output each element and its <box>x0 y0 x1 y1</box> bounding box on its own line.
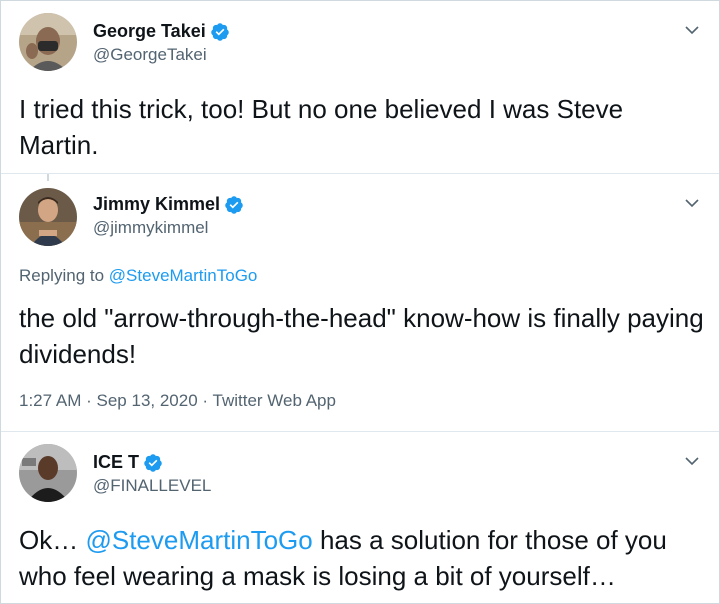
author-handle[interactable]: @GeorgeTakei <box>93 45 207 65</box>
replying-to: Replying to @SteveMartinToGo <box>19 266 257 286</box>
tweet-text: the old "arrow-through-the-head" know-ho… <box>19 303 704 369</box>
replying-prefix: Replying to <box>19 266 105 285</box>
meta-dot: · <box>202 391 209 410</box>
author-row: Jimmy Kimmel <box>93 194 244 215</box>
tweet-date[interactable]: Sep 13, 2020 <box>97 391 198 410</box>
author-handle[interactable]: @FINALLEVEL <box>93 476 211 496</box>
author-row: ICE T <box>93 452 163 473</box>
meta-dot: · <box>86 391 92 410</box>
tweet-text: Ok… @SteveMartinToGo has a solution for … <box>19 522 709 594</box>
text-prefix: Ok… <box>19 525 86 555</box>
tweet-meta: 1:27 AM · Sep 13, 2020 · Twitter Web App <box>19 391 336 411</box>
chevron-down-icon[interactable] <box>683 21 701 39</box>
chevron-down-icon[interactable] <box>683 194 701 212</box>
tweet-jimmy-kimmel[interactable]: Jimmy Kimmel @jimmykimmel Replying to @S… <box>1 174 719 431</box>
tweet-screenshot: George Takei @GeorgeTakei I tried this t… <box>0 0 720 604</box>
author-row: George Takei <box>93 21 230 42</box>
tweet-george-takei[interactable]: George Takei @GeorgeTakei I tried this t… <box>1 1 719 173</box>
replying-to-link[interactable]: @SteveMartinToGo <box>109 266 258 285</box>
avatar-george-takei[interactable] <box>19 13 77 71</box>
tweet-text: I tried this trick, too! But no one beli… <box>19 94 624 160</box>
avatar-jimmy-kimmel[interactable] <box>19 188 77 246</box>
author-name[interactable]: ICE T <box>93 452 139 473</box>
tweet-time[interactable]: 1:27 AM <box>19 391 81 410</box>
avatar-ice-t[interactable] <box>19 444 77 502</box>
author-name[interactable]: George Takei <box>93 21 206 42</box>
verified-badge-icon <box>143 453 163 473</box>
chevron-down-icon[interactable] <box>683 452 701 470</box>
verified-badge-icon <box>224 195 244 215</box>
mention-link[interactable]: @SteveMartinToGo <box>85 525 312 555</box>
tweet-ice-t[interactable]: ICE T @FINALLEVEL Ok… @SteveMartinToGo h… <box>1 432 719 603</box>
author-handle[interactable]: @jimmykimmel <box>93 218 208 238</box>
verified-badge-icon <box>210 22 230 42</box>
author-name[interactable]: Jimmy Kimmel <box>93 194 220 215</box>
tweet-source[interactable]: Twitter Web App <box>213 391 336 410</box>
